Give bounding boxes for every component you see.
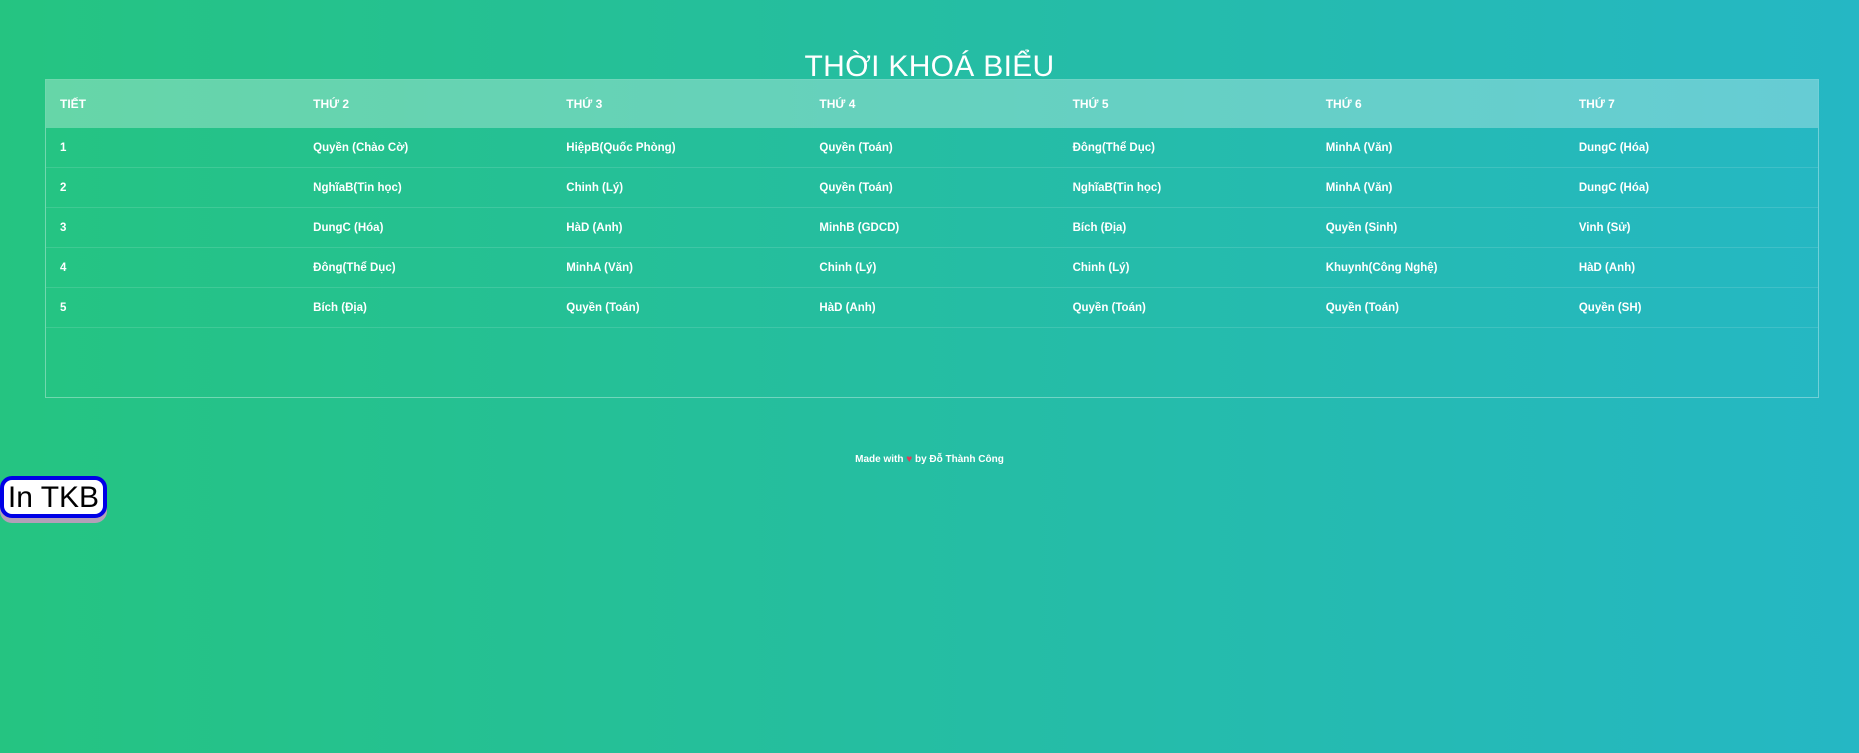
table-row: 4 Đông(Thể Dục) MinhA (Văn) Chinh (Lý) C…	[46, 248, 1818, 288]
table-cell: MinhA (Văn)	[566, 261, 633, 274]
table-cell: HàD (Anh)	[566, 221, 623, 234]
table-cell: Chinh (Lý)	[566, 181, 624, 194]
header-tiet: TIẾT	[60, 97, 86, 111]
heart-icon: ♥	[906, 454, 913, 465]
table-cell: NghĩaB(Tin học)	[1072, 181, 1162, 194]
table-cell: Quyền (Toán)	[819, 181, 893, 194]
table-cell: Vinh (Sử)	[1578, 221, 1631, 234]
period-cell: 3	[60, 221, 67, 234]
table-cell: DungC (Hóa)	[313, 221, 384, 234]
table-cell: MinhA (Văn)	[1325, 181, 1393, 194]
period-cell: 5	[60, 301, 67, 314]
header-thu-2: THỨ 2	[313, 97, 350, 111]
table-row: 1 Quyền (Chào Cờ) HiệpB(Quốc Phòng) Quyề…	[46, 128, 1818, 168]
period-cell: 4	[60, 261, 67, 274]
table-cell: HàD (Anh)	[1578, 261, 1636, 274]
table-cell: Quyền (Toán)	[566, 301, 640, 314]
table-cell: NghĩaB(Tin học)	[313, 181, 402, 194]
period-cell: 2	[60, 181, 67, 194]
header-thu-6: THỨ 6	[1325, 97, 1362, 111]
timetable: TIẾT THỨ 2 THỨ 3 THỨ 4 THỨ 5 THỨ 6 THỨ 7…	[45, 79, 1819, 398]
table-row: 5 Bích (Địa) Quyền (Toán) HàD (Anh) Quyề…	[46, 288, 1818, 328]
table-cell: Quyền (Sinh)	[1325, 221, 1398, 234]
header-thu-4: THỨ 4	[819, 97, 856, 111]
table-cell: DungC (Hóa)	[1578, 141, 1650, 154]
table-cell: Quyền (SH)	[1578, 301, 1642, 314]
table-cell: Quyền (Toán)	[1072, 301, 1146, 314]
footer-made-with: Made with	[855, 454, 904, 465]
table-row: 2 NghĩaB(Tin học) Chinh (Lý) Quyền (Toán…	[46, 168, 1818, 208]
table-cell: HiệpB(Quốc Phòng)	[566, 141, 676, 154]
header-thu-5: THỨ 5	[1072, 97, 1109, 111]
table-cell: HàD (Anh)	[819, 301, 876, 314]
table-cell: DungC (Hóa)	[1578, 181, 1650, 194]
table-cell: Bích (Địa)	[1072, 221, 1127, 234]
table-cell: Quyền (Toán)	[819, 141, 893, 154]
table-cell: Bích (Địa)	[313, 301, 367, 314]
footer-credit: Made with ♥ by Đỗ Thành Công	[0, 454, 1859, 465]
table-row: 3 DungC (Hóa) HàD (Anh) MinhB (GDCD) Bíc…	[46, 208, 1818, 248]
table-cell: Chinh (Lý)	[1072, 261, 1130, 274]
table-header: TIẾT THỨ 2 THỨ 3 THỨ 4 THỨ 5 THỨ 6 THỨ 7	[46, 80, 1818, 128]
table-cell: Chinh (Lý)	[819, 261, 877, 274]
table-cell: Đông(Thể Dục)	[313, 261, 396, 274]
period-cell: 1	[60, 141, 67, 154]
print-timetable-button[interactable]: In TKB	[0, 476, 107, 518]
table-cell: Quyền (Toán)	[1325, 301, 1399, 314]
header-thu-7: THỨ 7	[1578, 97, 1615, 111]
table-cell: Đông(Thể Dục)	[1072, 141, 1155, 154]
table-cell: Khuynh(Công Nghệ)	[1325, 261, 1438, 274]
footer-author: by Đỗ Thành Công	[914, 454, 1004, 465]
header-thu-3: THỨ 3	[566, 97, 603, 111]
table-cell: Quyền (Chào Cờ)	[313, 141, 409, 154]
table-cell: MinhB (GDCD)	[819, 221, 900, 234]
table-cell: MinhA (Văn)	[1325, 141, 1393, 154]
